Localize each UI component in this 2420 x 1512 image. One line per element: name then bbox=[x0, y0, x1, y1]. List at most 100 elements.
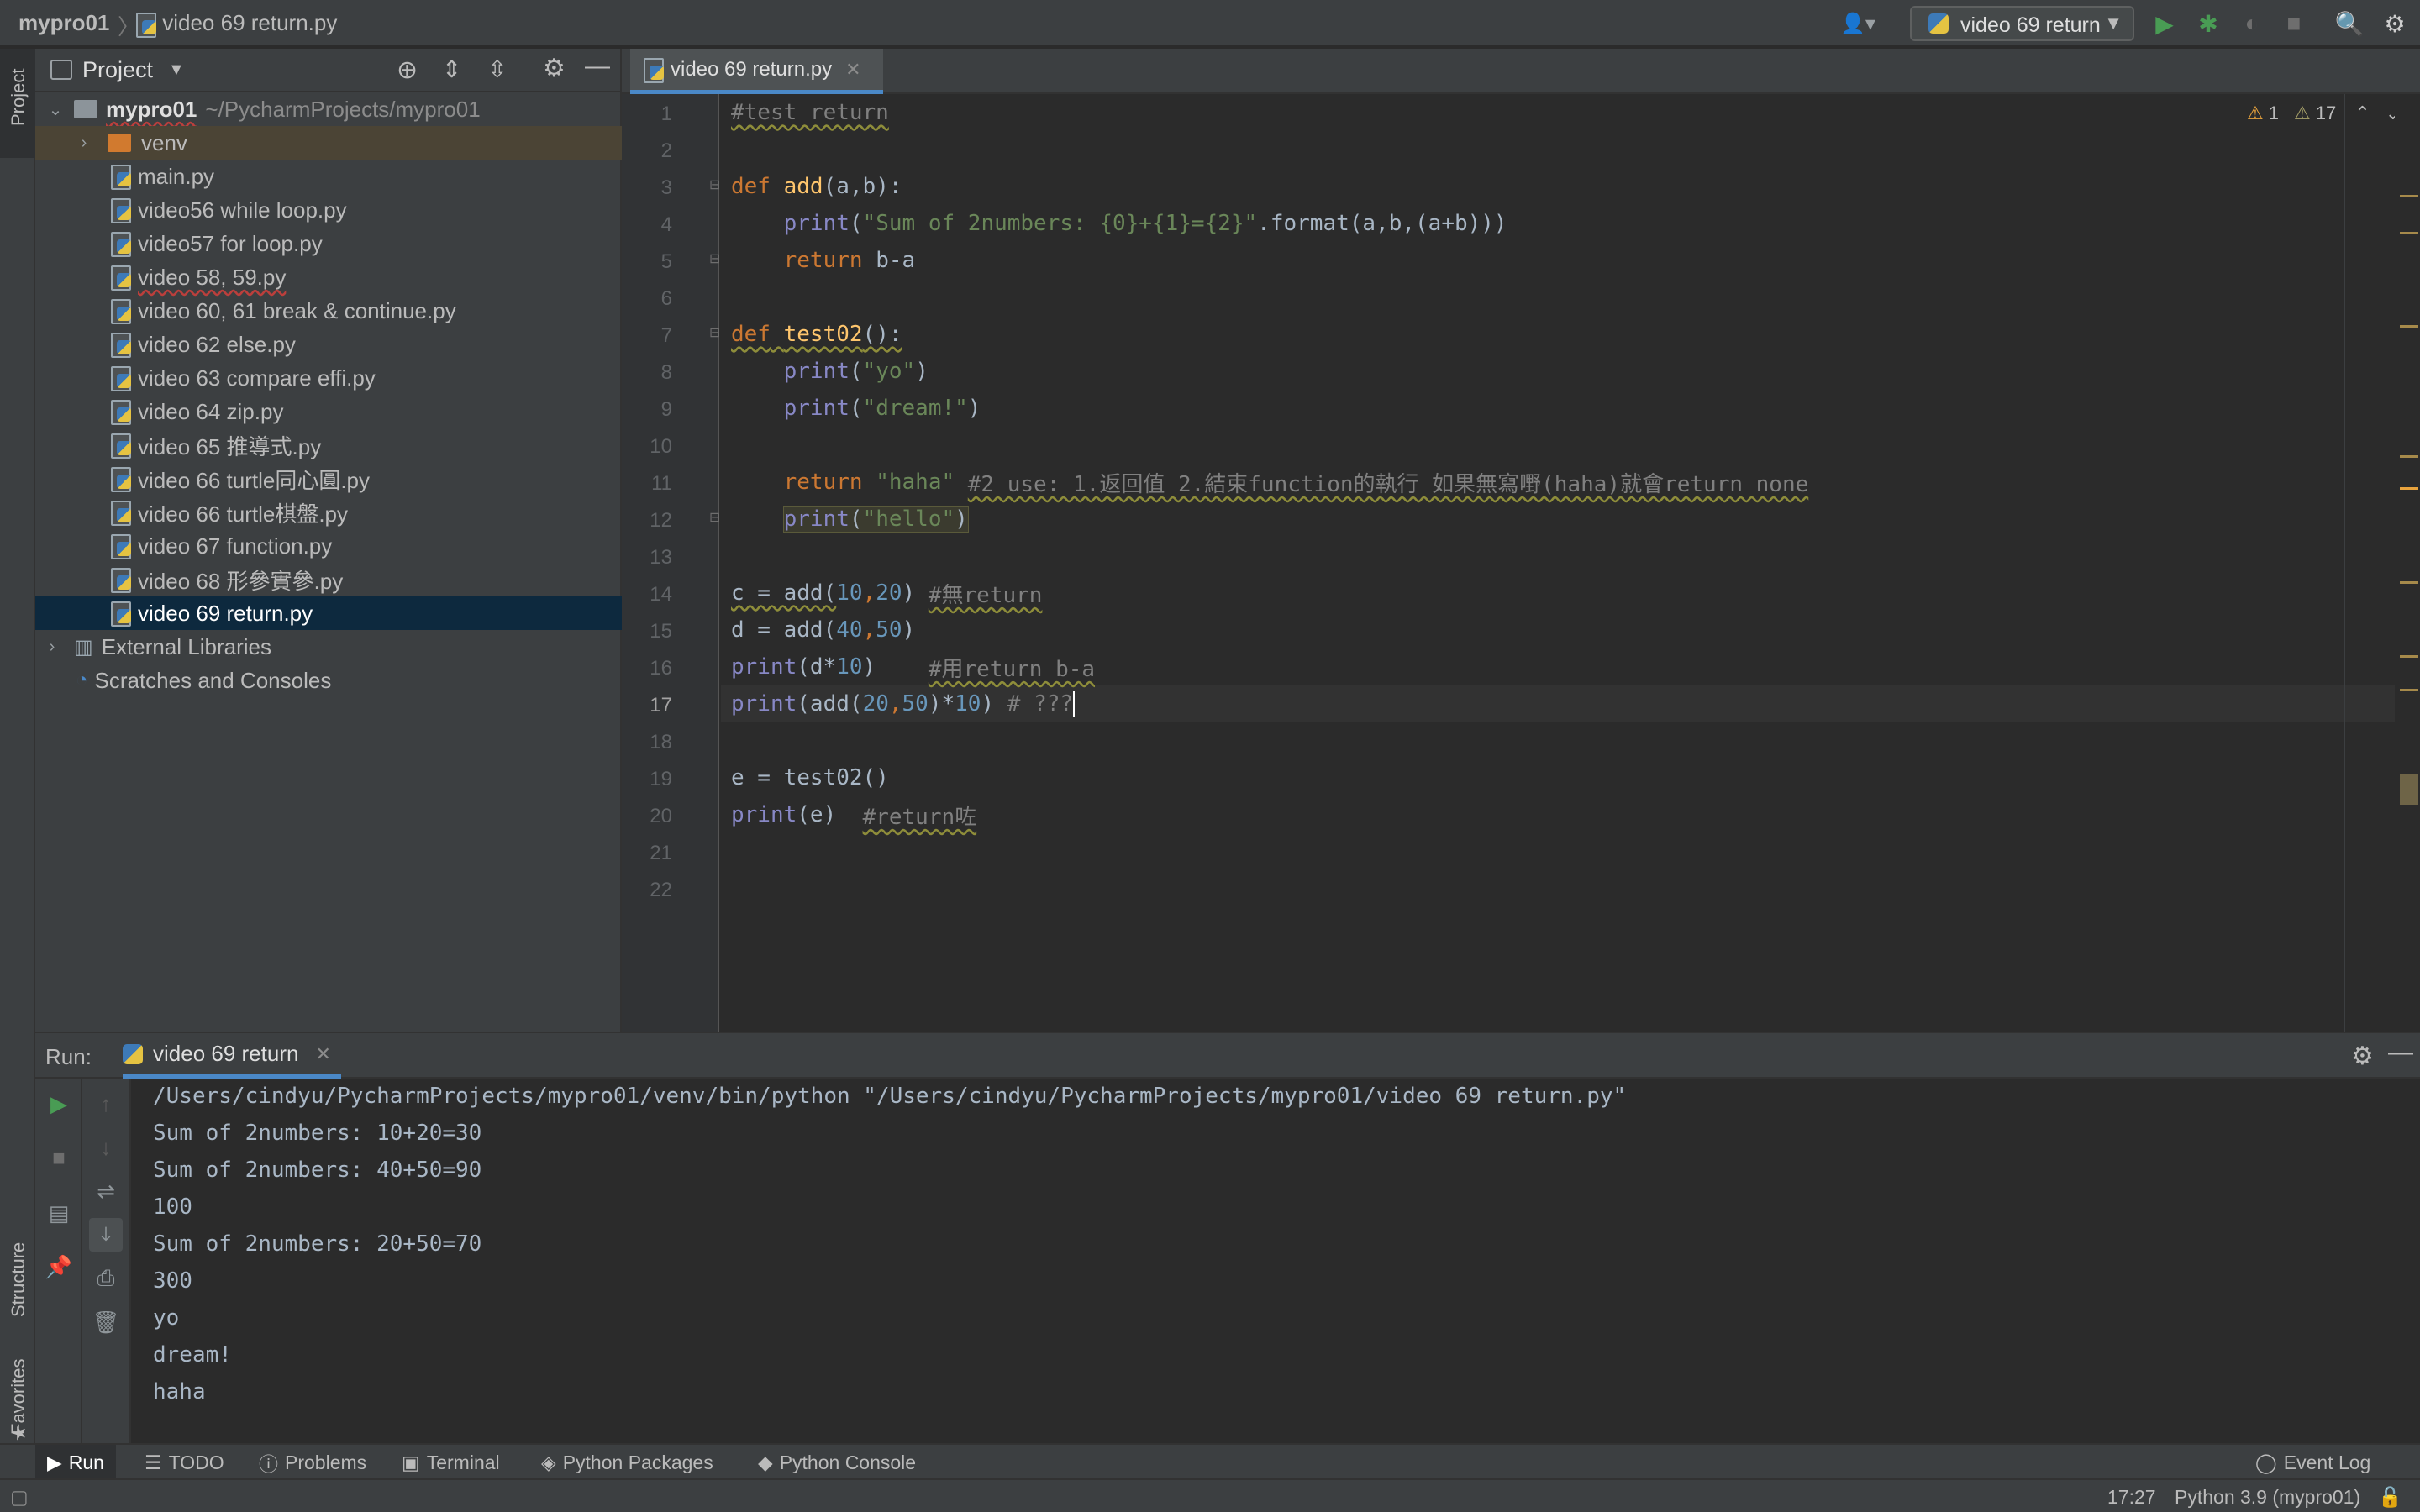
arrow-down-icon[interactable]: ↓ bbox=[89, 1131, 123, 1164]
layout-icon[interactable]: ▤ bbox=[42, 1196, 76, 1230]
breadcrumb-file[interactable]: video 69 return.py bbox=[134, 10, 337, 39]
tree-file-label: video 63 compare effi.py bbox=[138, 365, 376, 391]
tab-todo-label: TODO bbox=[168, 1451, 224, 1473]
locate-icon[interactable]: ⊕ bbox=[397, 55, 418, 85]
tree-root-mypro01[interactable]: ⌄ mypro01 ~/PycharmProjects/mypro01 bbox=[35, 92, 622, 126]
python-file-icon bbox=[134, 13, 156, 39]
coverage-icon[interactable]: ◐ bbox=[2235, 7, 2269, 40]
tab-event-log[interactable]: ◯ Event Log bbox=[2255, 1445, 2370, 1480]
tree-file[interactable]: video 62 else.py bbox=[35, 328, 622, 361]
list-icon: ☰ bbox=[145, 1451, 162, 1473]
code-text: b-a bbox=[862, 248, 916, 273]
stop-icon[interactable]: ■ bbox=[42, 1141, 76, 1174]
collapse-all-icon[interactable]: ⇳ bbox=[487, 55, 507, 83]
user-icon[interactable]: 👤▾ bbox=[1835, 7, 1881, 40]
error-stripe-mark[interactable] bbox=[2400, 325, 2418, 328]
error-stripe-mark[interactable] bbox=[2400, 195, 2418, 197]
warning-count: 1 bbox=[2268, 102, 2279, 123]
tree-file[interactable]: video 65 推導式.py bbox=[35, 428, 622, 462]
tree-file-selected[interactable]: video 69 return.py bbox=[35, 596, 622, 630]
python-icon bbox=[1928, 13, 1949, 34]
tool-windows-icon[interactable]: ▢ bbox=[10, 1486, 29, 1509]
tree-folder-venv[interactable]: › venv bbox=[35, 126, 622, 160]
interpreter-selector[interactable]: Python 3.9 (mypro01) bbox=[2175, 1486, 2360, 1509]
tab-problems[interactable]: ⓘ Problems bbox=[259, 1445, 366, 1480]
tree-file[interactable]: main.py bbox=[35, 160, 622, 193]
soft-wrap-icon[interactable]: ⇌ bbox=[89, 1174, 123, 1208]
python-icon bbox=[123, 1043, 143, 1064]
fold-icon[interactable]: ⊟ bbox=[709, 176, 720, 193]
close-icon[interactable]: ✕ bbox=[845, 59, 860, 81]
tree-file[interactable]: video 67 function.py bbox=[35, 529, 622, 563]
tab-python-console[interactable]: ◆ Python Console bbox=[758, 1445, 916, 1480]
run-console[interactable]: /Users/cindyu/PycharmProjects/mypro01/ve… bbox=[131, 1079, 2420, 1443]
settings-icon[interactable]: ⚙ bbox=[2351, 1042, 2374, 1071]
console-line: 300 bbox=[153, 1268, 192, 1294]
chevron-right-icon[interactable]: › bbox=[40, 638, 64, 657]
run-icon[interactable]: ▶ bbox=[2148, 7, 2181, 40]
code-keyword: def bbox=[731, 322, 771, 347]
code-line-3: def add (a,b): bbox=[731, 168, 902, 205]
debug-icon[interactable]: ✱ bbox=[2191, 7, 2225, 40]
tree-external-libraries[interactable]: › ▥ External Libraries bbox=[35, 630, 622, 664]
trash-icon[interactable]: 🗑 bbox=[89, 1305, 123, 1339]
error-stripe-mark[interactable] bbox=[2400, 581, 2418, 584]
tree-file[interactable]: video57 for loop.py bbox=[35, 227, 622, 260]
settings-icon[interactable]: ⚙ bbox=[2378, 7, 2412, 40]
search-icon[interactable]: 🔍 bbox=[2333, 7, 2366, 40]
error-stripe-mark[interactable] bbox=[2400, 689, 2418, 691]
run-tab[interactable]: video 69 return ✕ bbox=[123, 1033, 341, 1079]
error-stripe-mark[interactable] bbox=[2400, 455, 2418, 458]
code-builtin: print bbox=[783, 211, 850, 236]
tab-python-packages[interactable]: ◈ Python Packages bbox=[541, 1445, 713, 1480]
editor-tab-active[interactable]: video 69 return.py ✕ bbox=[630, 49, 883, 94]
previous-highlight-icon[interactable]: ⌃ bbox=[2354, 102, 2370, 124]
tree-file[interactable]: video56 while loop.py bbox=[35, 193, 622, 227]
python-file-icon bbox=[109, 501, 131, 526]
chevron-right-icon[interactable]: › bbox=[72, 134, 96, 153]
scroll-to-end-icon[interactable]: ⤓ bbox=[89, 1218, 123, 1252]
tree-file[interactable]: video 68 形參實參.py bbox=[35, 563, 622, 596]
tree-file[interactable]: video 64 zip.py bbox=[35, 395, 622, 428]
tree-file[interactable]: video 63 compare effi.py bbox=[35, 361, 622, 395]
rerun-icon[interactable]: ▶ bbox=[42, 1087, 76, 1121]
hide-panel-icon[interactable]: — bbox=[2388, 1038, 2413, 1067]
chevron-down-icon[interactable]: ▼ bbox=[168, 60, 185, 80]
tab-run[interactable]: ▶ Run bbox=[35, 1445, 116, 1480]
fold-icon[interactable]: ⊟ bbox=[709, 509, 720, 526]
stop-icon[interactable]: ■ bbox=[2277, 7, 2311, 40]
scroll-thumb[interactable] bbox=[2400, 774, 2418, 805]
chevron-down-icon[interactable]: ⌄ bbox=[44, 99, 67, 120]
error-stripe-mark[interactable] bbox=[2400, 655, 2418, 658]
tree-file[interactable]: video 60, 61 break & continue.py bbox=[35, 294, 622, 328]
run-configuration-selector[interactable]: video 69 return ▼ bbox=[1910, 6, 2134, 41]
fold-icon[interactable]: ⊟ bbox=[709, 324, 720, 341]
project-tool-tab[interactable]: Project bbox=[0, 49, 35, 158]
tree-file[interactable]: video 66 turtle同心圓.py bbox=[35, 462, 622, 496]
error-stripe[interactable] bbox=[2395, 94, 2420, 1032]
expand-all-icon[interactable]: ⇕ bbox=[442, 55, 461, 83]
hide-panel-icon[interactable]: — bbox=[585, 52, 610, 81]
settings-icon[interactable]: ⚙ bbox=[543, 54, 566, 83]
lock-icon[interactable]: 🔓 bbox=[2378, 1486, 2402, 1509]
tree-file[interactable]: video 58, 59.py bbox=[35, 260, 622, 294]
code-editor[interactable]: 1 2 3 4 5 6 7 8 9 10 11 12 13 14 15 16 1… bbox=[622, 94, 2420, 1032]
close-icon[interactable]: ✕ bbox=[315, 1043, 330, 1065]
project-view-icon bbox=[50, 60, 72, 80]
inspection-widget[interactable]: ⚠ 1 ⚠ 17 ⌃ ⌄ bbox=[2247, 102, 2401, 124]
caret-position[interactable]: 17:27 bbox=[2107, 1486, 2156, 1509]
print-icon[interactable]: ⎙ bbox=[89, 1262, 123, 1295]
line-number: 2 bbox=[660, 139, 672, 162]
pin-icon[interactable]: 📌 bbox=[42, 1250, 76, 1284]
project-view-title[interactable]: Project bbox=[82, 57, 153, 83]
tab-todo[interactable]: ☰ TODO bbox=[145, 1445, 224, 1480]
error-stripe-mark[interactable] bbox=[2400, 487, 2418, 490]
error-stripe-mark[interactable] bbox=[2400, 232, 2418, 234]
tab-terminal[interactable]: ▣ Terminal bbox=[402, 1445, 500, 1480]
tree-file[interactable]: video 66 turtle棋盤.py bbox=[35, 496, 622, 529]
tree-scratches[interactable]: ◔ Scratches and Consoles bbox=[35, 664, 622, 697]
breadcrumb-project[interactable]: mypro01 bbox=[18, 10, 109, 36]
run-tab-label: video 69 return bbox=[153, 1041, 299, 1066]
fold-icon[interactable]: ⊟ bbox=[709, 250, 720, 267]
arrow-up-icon[interactable]: ↑ bbox=[89, 1087, 123, 1121]
